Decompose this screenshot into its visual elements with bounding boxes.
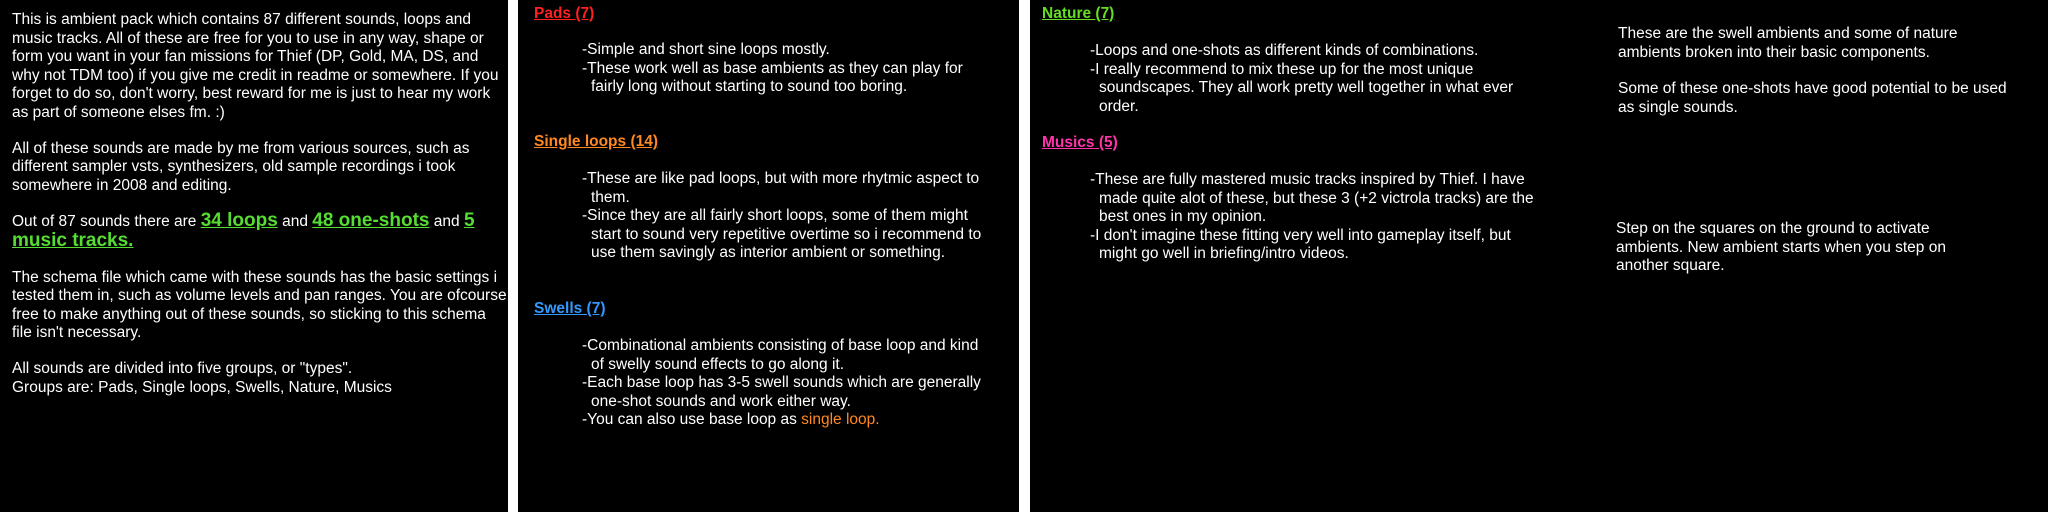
intro-para-2: All of these sounds are made by me from … — [12, 139, 470, 194]
intro-para-5-line-1: All sounds are divided into five groups,… — [12, 359, 353, 377]
nature-heading: Nature (7) — [1042, 5, 1115, 22]
loops-count: 34 loops — [200, 210, 278, 232]
swells-list: -Combinational ambients consisting of ba… — [582, 337, 982, 430]
pads-item-2: -These work well as base ambients as the… — [582, 59, 963, 96]
musics-list: -These are fully mastered music tracks i… — [1090, 171, 1540, 264]
swells-item-1: -Combinational ambients consisting of ba… — [582, 337, 979, 373]
intro-para-1: This is ambient pack which contains 87 d… — [12, 11, 499, 121]
swells-item-3-text: -You can also use base loop as — [582, 411, 802, 429]
pads-item-1: -Simple and short sine loops mostly. — [582, 41, 830, 58]
intro-panel: This is ambient pack which contains 87 d… — [0, 0, 508, 512]
swell-note: These are the swell ambients and some of… — [1618, 25, 1958, 61]
intro-para-3-prefix: Out of 87 sounds there are — [12, 213, 201, 231]
intro-para-4: The schema file which came with these so… — [12, 268, 507, 342]
groups-panel-left: Pads (7) -Simple and short sine loops mo… — [518, 0, 1019, 512]
swells-item-3: -You can also use base loop as single lo… — [582, 411, 982, 430]
musics-item-2: -I don't imagine these fitting very well… — [1090, 226, 1511, 263]
single-loops-heading: Single loops (14) — [534, 133, 659, 150]
nature-item-2: -I really recommend to mix these up for … — [1090, 60, 1514, 115]
step-note: Step on the squares on the ground to act… — [1616, 220, 1946, 275]
and-1: and — [277, 213, 313, 231]
swells-heading: Swells (7) — [534, 300, 606, 317]
nature-list: -Loops and one-shots as different kinds … — [1090, 42, 1550, 116]
musics-heading: Musics (5) — [1042, 134, 1118, 151]
single-loop-highlight: single loop. — [801, 411, 880, 429]
pads-list: -Simple and short sine loops mostly. -Th… — [582, 41, 982, 97]
intro-text: This is ambient pack which contains 87 d… — [12, 11, 508, 397]
pads-heading: Pads (7) — [534, 5, 595, 22]
nature-item-1: -Loops and one-shots as different kinds … — [1090, 42, 1479, 59]
musics-item-1: -These are fully mastered music tracks i… — [1090, 171, 1534, 226]
oneshot-note: Some of these one-shots have good potent… — [1618, 80, 2007, 116]
single-loops-item-1: -These are like pad loops, but with more… — [582, 170, 980, 206]
and-2: and — [429, 213, 464, 231]
groups-panel-right: Nature (7) -Loops and one-shots as diffe… — [1030, 0, 2048, 512]
intro-para-5: All sounds are divided into five groups,… — [12, 360, 508, 397]
single-loops-item-2: -Since they are all fairly short loops, … — [582, 207, 982, 262]
single-loops-list: -These are like pad loops, but with more… — [582, 170, 1002, 263]
intro-para-5-line-2: Groups are: Pads, Single loops, Swells, … — [12, 378, 392, 396]
intro-para-3: Out of 87 sounds there are 34 loops and … — [12, 210, 508, 251]
swells-item-2: -Each base loop has 3-5 swell sounds whi… — [582, 374, 981, 410]
oneshots-count: 48 one-shots — [312, 210, 430, 232]
